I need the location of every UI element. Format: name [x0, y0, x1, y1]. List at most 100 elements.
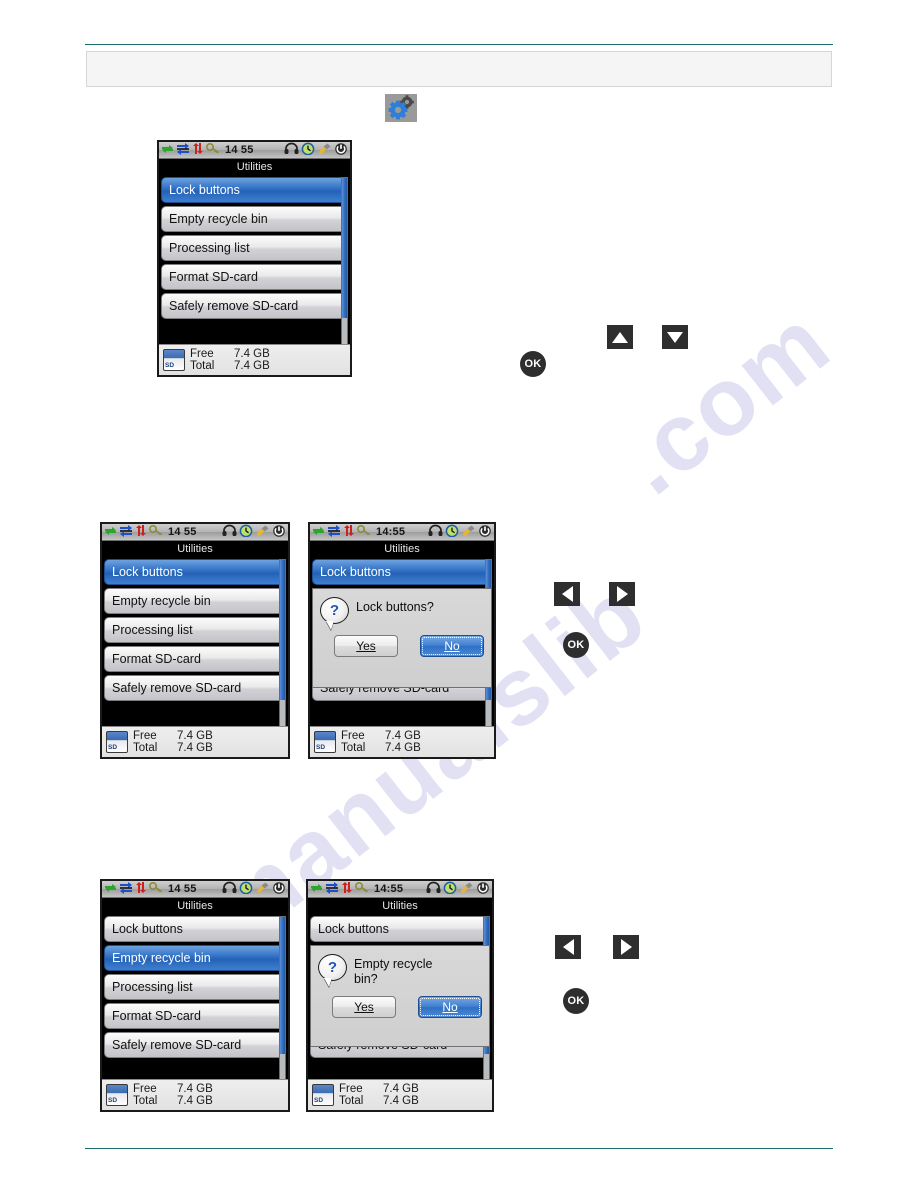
menu-item-safely-remove-sd-card[interactable]: Safely remove SD-card — [104, 675, 286, 701]
up-arrow-icon — [612, 331, 628, 343]
headphones-icon — [428, 524, 443, 541]
right-arrow-key[interactable] — [613, 935, 639, 959]
power-icon — [272, 524, 286, 541]
sd-free-value: 7.4 GB — [383, 1082, 419, 1095]
key-icon — [148, 881, 163, 898]
sd-total-value: 7.4 GB — [177, 742, 213, 754]
menu-item-processing-list[interactable]: Processing list — [104, 974, 286, 1000]
device-screen-empty-recycle-bin-dialog: 14:55 Utilities Lock buttons Empty recyc… — [306, 879, 494, 1112]
status-bar: 14 55 — [159, 142, 350, 159]
menu-item-safely-remove-sd-card[interactable]: Safely remove SD-card — [104, 1032, 286, 1058]
left-arrow-key[interactable] — [555, 935, 581, 959]
network-blue-arrows-icon — [119, 881, 133, 898]
sd-free-value: 7.4 GB — [177, 1082, 213, 1095]
network-green-arrows-icon — [161, 142, 174, 159]
broom-icon — [317, 142, 332, 159]
menu-item-format-sd-card[interactable]: Format SD-card — [104, 646, 286, 672]
network-red-arrows-icon — [192, 142, 204, 159]
network-red-arrows-icon — [135, 524, 147, 541]
sd-total-label: Total — [133, 742, 158, 754]
menu-item-format-sd-card[interactable]: Format SD-card — [104, 1003, 286, 1029]
dialog-message: Lock buttons? — [356, 600, 434, 614]
menu-item-lock-buttons[interactable]: Lock buttons — [312, 559, 492, 585]
menu-item-lock-buttons[interactable]: Lock buttons — [161, 177, 348, 203]
menu-item-empty-recycle-bin[interactable]: Empty recycle bin — [104, 945, 286, 971]
sd-card-icon: SD — [106, 731, 128, 753]
sd-chip-label: SD — [108, 743, 118, 751]
question-icon: ? — [318, 954, 347, 981]
right-arrow-key[interactable] — [609, 582, 635, 606]
scrollbar-thumb[interactable] — [280, 917, 285, 1054]
sd-free-value: 7.4 GB — [177, 729, 213, 742]
network-red-arrows-icon — [343, 524, 355, 541]
clock-icon — [445, 524, 459, 541]
key-icon — [356, 524, 371, 541]
headphones-icon — [222, 524, 237, 541]
sd-card-info: SD Free 7.4 GB Total 7.4 GB — [102, 726, 288, 757]
sd-card-info: SD Free 7.4 GB Total 7.4 GB — [308, 1079, 492, 1110]
ok-key[interactable]: OK — [520, 351, 546, 377]
menu-item-empty-recycle-bin[interactable]: Empty recycle bin — [161, 206, 348, 232]
menu-item-lock-buttons[interactable]: Lock buttons — [104, 559, 286, 585]
sd-free-label: Free — [339, 1082, 363, 1095]
menu-item-safely-remove-sd-card[interactable]: Safely remove SD-card — [161, 293, 348, 319]
left-arrow-key[interactable] — [554, 582, 580, 606]
device-screen-utilities-1: 14 55 Utilities Lock buttons Empty recyc… — [157, 140, 352, 377]
menu-item-processing-list[interactable]: Processing list — [161, 235, 348, 261]
dialog-yes-label: Yes — [354, 999, 374, 1014]
network-green-arrows-icon — [312, 524, 325, 541]
screen-title: Utilities — [102, 541, 288, 557]
status-bar: 14 55 — [102, 881, 288, 898]
sd-total-label: Total — [339, 1095, 364, 1107]
menu-item-empty-recycle-bin[interactable]: Empty recycle bin — [104, 588, 286, 614]
screen-title: Utilities — [308, 898, 492, 914]
clock-icon — [301, 142, 315, 159]
bottom-divider — [85, 1148, 833, 1149]
device-screen-utilities-2: 14 55 Utilities Lock buttons Empty recyc… — [100, 522, 290, 759]
sd-total-value: 7.4 GB — [385, 742, 421, 754]
broom-icon — [255, 524, 270, 541]
menu-item-lock-buttons[interactable]: Lock buttons — [310, 916, 490, 942]
clock-icon — [239, 524, 253, 541]
device-screen-lock-buttons-dialog: 14:55 Utilities Lock buttons Empty recyc… — [308, 522, 496, 759]
top-divider — [85, 44, 833, 45]
scrollbar-thumb[interactable] — [342, 178, 347, 318]
network-blue-arrows-icon — [327, 524, 341, 541]
status-time: 14 55 — [168, 526, 197, 538]
confirm-dialog-empty-recycle-bin: ? Empty recycle bin? Yes No — [310, 945, 490, 1047]
dialog-no-button[interactable]: No — [418, 995, 482, 1018]
headphones-icon — [222, 881, 237, 898]
left-arrow-icon — [561, 586, 573, 602]
menu-item-format-sd-card[interactable]: Format SD-card — [161, 264, 348, 290]
power-icon — [478, 524, 492, 541]
broom-icon — [461, 524, 476, 541]
sd-chip-label: SD — [108, 1096, 118, 1104]
sd-card-info: SD Free 7.4 GB Total 7.4 GB — [102, 1079, 288, 1110]
key-icon — [354, 881, 369, 898]
sd-chip-label: SD — [316, 743, 326, 751]
sd-free-value: 7.4 GB — [234, 347, 270, 360]
right-arrow-icon — [616, 586, 628, 602]
key-icon — [148, 524, 163, 541]
up-arrow-key[interactable] — [607, 325, 633, 349]
menu-item-processing-list[interactable]: Processing list — [104, 617, 286, 643]
sd-free-label: Free — [133, 1082, 157, 1095]
device-screen-utilities-3: 14 55 Utilities Lock buttons Empty recyc… — [100, 879, 290, 1112]
power-icon — [272, 881, 286, 898]
scrollbar-thumb[interactable] — [280, 560, 285, 700]
ok-key[interactable]: OK — [563, 988, 589, 1014]
menu-item-lock-buttons[interactable]: Lock buttons — [104, 916, 286, 942]
sd-card-icon: SD — [312, 1084, 334, 1106]
dialog-no-label: No — [442, 999, 458, 1014]
status-time: 14:55 — [376, 526, 406, 538]
sd-free-label: Free — [341, 729, 365, 742]
down-arrow-key[interactable] — [662, 325, 688, 349]
ok-key[interactable]: OK — [563, 632, 589, 658]
key-icon — [205, 142, 220, 159]
dialog-no-button[interactable]: No — [420, 635, 484, 657]
broom-icon — [255, 881, 270, 898]
status-time: 14 55 — [168, 883, 197, 895]
confirm-dialog-lock-buttons: ? Lock buttons? Yes No — [312, 588, 492, 688]
dialog-yes-button[interactable]: Yes — [332, 995, 396, 1018]
dialog-yes-button[interactable]: Yes — [334, 635, 398, 657]
